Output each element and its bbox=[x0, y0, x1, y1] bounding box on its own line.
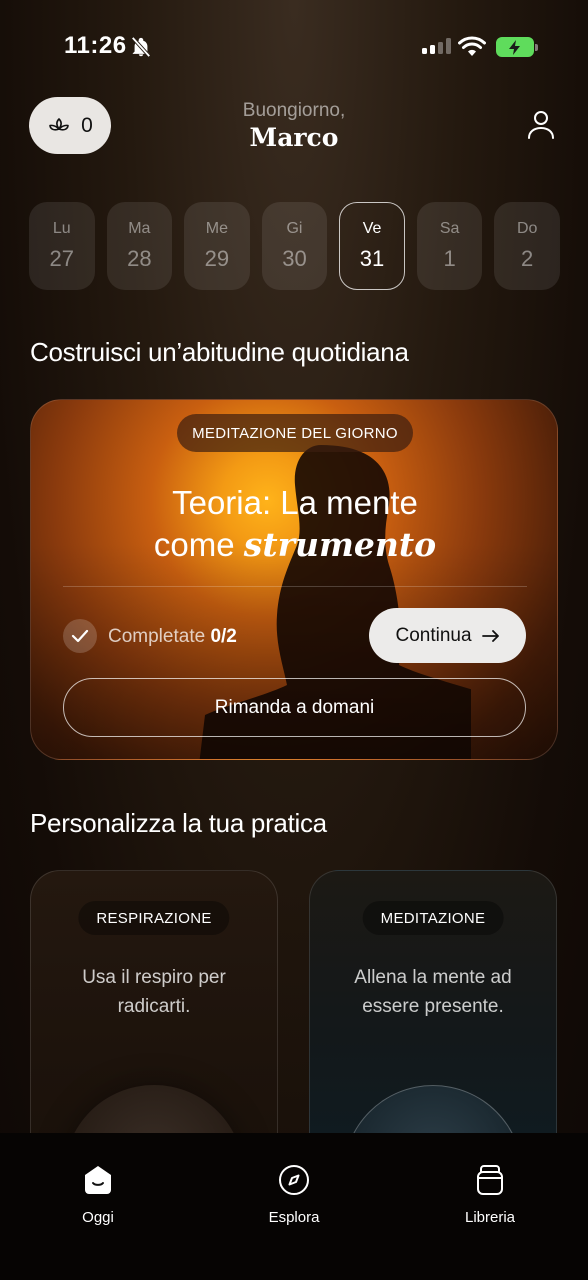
daily-meditation-card[interactable]: MEDITAZIONE DEL GIORNO Teoria: La mente … bbox=[30, 399, 558, 760]
nav-explore[interactable]: Esplora bbox=[234, 1163, 354, 1226]
week-selector: Lu 27 Ma 28 Me 29 Gi 30 Ve 31 Sa 1 Do 2 bbox=[29, 202, 560, 290]
day-number: 27 bbox=[49, 246, 75, 271]
day-name: Do bbox=[516, 220, 538, 237]
day-name: Gi bbox=[286, 220, 303, 237]
wifi-icon bbox=[458, 36, 486, 56]
status-bar: 11:26 bbox=[0, 0, 588, 92]
user-name: Marco bbox=[249, 123, 339, 152]
greeting: Buongiorno, bbox=[242, 100, 346, 121]
continue-label: Continua bbox=[395, 624, 472, 646]
day-number: 2 bbox=[521, 246, 534, 271]
day-number: 31 bbox=[359, 246, 385, 271]
nav-label: Esplora bbox=[268, 1209, 320, 1226]
day-sunday[interactable]: Do 2 bbox=[494, 202, 560, 290]
day-saturday[interactable]: Sa 1 bbox=[416, 202, 483, 290]
day-friday-selected[interactable]: Ve 31 bbox=[339, 202, 405, 290]
nav-library[interactable]: Libreria bbox=[430, 1163, 550, 1226]
day-name: Ma bbox=[128, 220, 151, 237]
meditation-of-day-tag: MEDITAZIONE DEL GIORNO bbox=[177, 414, 413, 452]
habit-section-title: Costruisci un’abitudine quotidiana bbox=[30, 337, 409, 367]
meditation-card[interactable]: MEDITAZIONE Allena la mente ad essere pr… bbox=[309, 870, 557, 1170]
day-number: 28 bbox=[127, 246, 152, 271]
meditation-tag: MEDITAZIONE bbox=[362, 901, 504, 935]
breathing-card[interactable]: RESPIRAZIONE Usa il respiro per radicart… bbox=[30, 870, 278, 1170]
day-number: 30 bbox=[282, 246, 307, 271]
nav-label: Libreria bbox=[464, 1209, 516, 1226]
profile-icon[interactable] bbox=[525, 108, 557, 140]
status-time: 11:26 bbox=[64, 32, 127, 59]
arrow-right-icon bbox=[481, 629, 499, 642]
day-name: Me bbox=[205, 220, 229, 237]
meditation-description: Allena la mente ad essere presente. bbox=[354, 967, 512, 1017]
completed-progress: Completate 0/2 bbox=[108, 626, 237, 648]
day-name: Ve bbox=[362, 220, 382, 237]
meditation-title-line1: Teoria: La mente bbox=[172, 484, 418, 521]
day-tuesday[interactable]: Ma 28 bbox=[106, 202, 173, 290]
day-number: 29 bbox=[204, 246, 230, 271]
home-icon bbox=[85, 1166, 111, 1194]
check-icon bbox=[63, 619, 97, 653]
meditation-title-line2: come bbox=[153, 526, 244, 563]
battery-icon bbox=[496, 37, 538, 57]
breathing-tag: RESPIRAZIONE bbox=[78, 901, 230, 935]
day-name: Lu bbox=[52, 220, 71, 237]
nav-today[interactable]: Oggi bbox=[38, 1163, 158, 1226]
completed-label: Completate bbox=[108, 626, 211, 647]
compass-icon bbox=[279, 1165, 309, 1195]
day-monday[interactable]: Lu 27 bbox=[29, 202, 95, 290]
day-name: Sa bbox=[439, 220, 460, 237]
postpone-button[interactable]: Rimanda a domani bbox=[63, 678, 526, 737]
cellular-signal-icon bbox=[422, 38, 451, 54]
day-thursday[interactable]: Gi 30 bbox=[261, 202, 328, 290]
meditation-title: Teoria: La mente come strumento bbox=[31, 482, 557, 566]
divider bbox=[63, 586, 527, 587]
nav-label: Oggi bbox=[82, 1209, 114, 1226]
bottom-navigation: Oggi Esplora Libreria bbox=[0, 1133, 588, 1280]
completed-value: 0/2 bbox=[210, 626, 237, 647]
bell-off-icon bbox=[131, 36, 151, 58]
day-number: 1 bbox=[443, 246, 456, 271]
practice-section-title: Personalizza la tua pratica bbox=[30, 808, 327, 838]
breathing-description: Usa il respiro per radicarti. bbox=[82, 967, 226, 1017]
meditation-title-italic: strumento bbox=[243, 525, 437, 564]
continue-button[interactable]: Continua bbox=[369, 608, 526, 663]
day-wednesday[interactable]: Me 29 bbox=[184, 202, 250, 290]
library-icon bbox=[477, 1165, 503, 1195]
